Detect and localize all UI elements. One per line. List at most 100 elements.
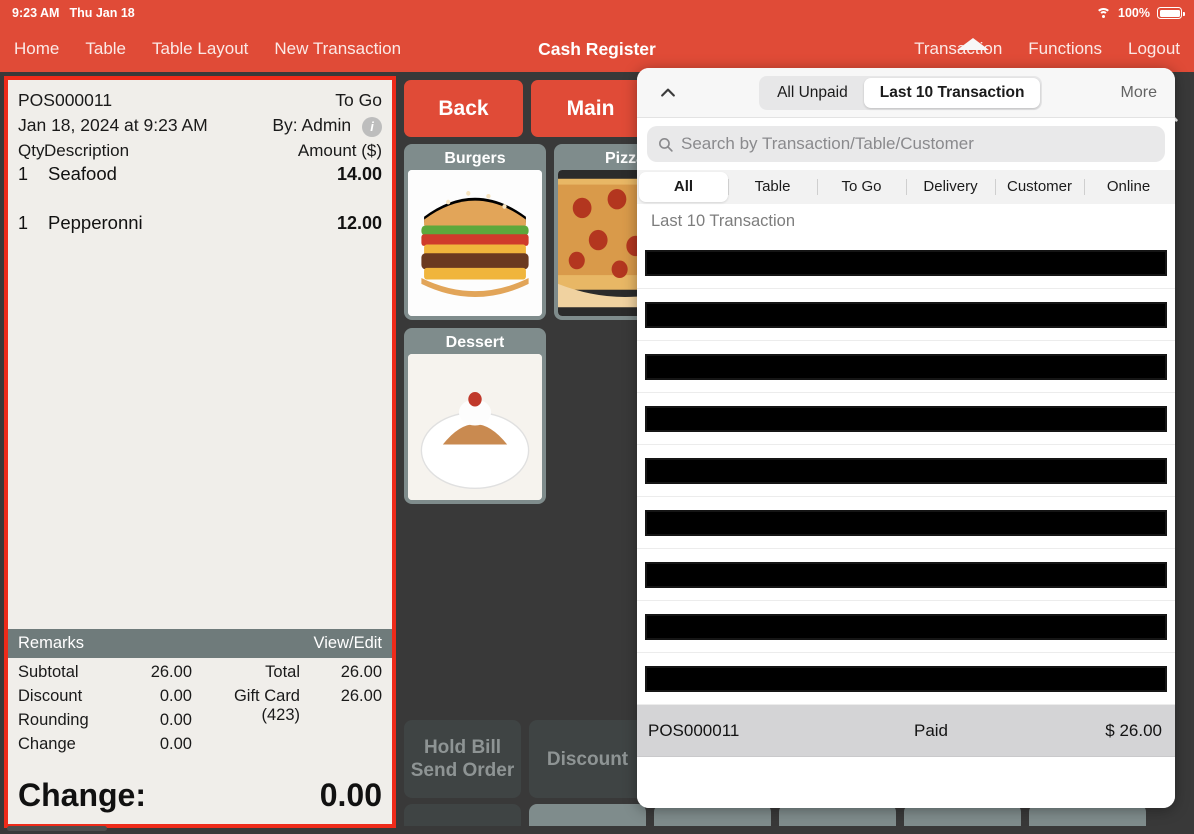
status-time: 9:23 AM (12, 6, 60, 20)
receipt-id: POS000011 (18, 90, 113, 110)
change-value: 0.00 (159, 735, 192, 753)
change-summary-value: 0.00 (319, 777, 382, 813)
remarks-label: Remarks (18, 634, 85, 652)
status-badge: Paid (913, 720, 949, 740)
column-header-description: Description (44, 141, 130, 160)
bottom-button-stub[interactable] (529, 804, 646, 826)
burger-photo (408, 170, 542, 316)
table-row[interactable] (637, 497, 1175, 549)
nav-item-logout[interactable]: Logout (1128, 39, 1180, 59)
receipt-body: POS000011 To Go Jan 18, 2024 at 9:23 AM … (8, 80, 392, 629)
table-row[interactable] (637, 445, 1175, 497)
transaction-id: POS000011 (648, 720, 740, 740)
nav-item-functions[interactable]: Functions (1028, 39, 1102, 59)
redacted-content (645, 613, 1167, 640)
discount-value: 0.00 (159, 687, 192, 705)
filter-tab-all[interactable]: All (639, 172, 728, 202)
redacted-content (645, 353, 1167, 380)
popover-notch (957, 38, 989, 50)
status-bar: 9:23 AM Thu Jan 18 100% (0, 0, 1194, 26)
redacted-content (645, 301, 1167, 328)
column-header-amount: Amount ($) (297, 141, 382, 160)
discount-label: Discount (18, 687, 83, 705)
search-placeholder-text: Search by Transaction/Table/Customer (681, 134, 974, 153)
status-bar-left: 9:23 AM Thu Jan 18 (0, 6, 135, 20)
battery-icon (1157, 7, 1185, 19)
category-label: Dessert (445, 334, 505, 351)
segment-all-unpaid[interactable]: All Unpaid (761, 78, 864, 108)
subtotal-label: Subtotal (18, 663, 79, 681)
transaction-popover: All Unpaid Last 10 Transaction More Sear… (637, 68, 1175, 808)
remarks-view-edit-button[interactable]: View/Edit (314, 634, 382, 653)
remarks-bar[interactable]: Remarks View/Edit (8, 629, 392, 658)
menu-top-buttons: Back Main (404, 80, 650, 137)
change-summary: Change: 0.00 (8, 759, 392, 824)
receipt-item-row[interactable]: 1 Seafood 14.00 (18, 163, 382, 185)
filter-tab-customer[interactable]: Customer (995, 172, 1084, 202)
nav-right-group: Transaction Functions Logout (914, 26, 1180, 72)
hold-bill-send-order-button[interactable]: Hold Bill Send Order (404, 720, 521, 798)
search-input[interactable]: Search by Transaction/Table/Customer (647, 126, 1165, 162)
transaction-list[interactable]: POS000011 Paid $ 26.00 (637, 237, 1175, 808)
chevron-up-icon[interactable] (655, 80, 681, 106)
table-row-selected[interactable]: POS000011 Paid $ 26.00 (637, 705, 1175, 757)
total-label: Total (265, 663, 300, 681)
filter-tab-to-go[interactable]: To Go (817, 172, 906, 202)
pos-app-screen: 9:23 AM Thu Jan 18 100% Home Table Table… (0, 0, 1194, 834)
more-button[interactable]: More (1121, 84, 1157, 102)
redacted-content (645, 561, 1167, 588)
table-row[interactable] (637, 289, 1175, 341)
category-tile-dessert[interactable]: Dessert (404, 328, 546, 504)
search-icon (659, 137, 673, 152)
item-qty: 1 (18, 164, 29, 184)
bottom-button-stub[interactable] (404, 804, 521, 826)
change-label: Change (18, 735, 76, 753)
back-button[interactable]: Back (404, 80, 523, 137)
filter-tab-delivery[interactable]: Delivery (906, 172, 995, 202)
home-indicator (7, 826, 107, 831)
total-value: 26.00 (340, 663, 382, 681)
receipt-order-type: To Go (335, 90, 382, 110)
category-tile-burgers[interactable]: Burgers (404, 144, 546, 320)
table-row[interactable] (637, 601, 1175, 653)
redacted-content (645, 509, 1167, 536)
table-row[interactable] (637, 653, 1175, 705)
table-row-empty[interactable] (637, 757, 1175, 808)
giftcard-label: Gift Card (423) (233, 687, 300, 724)
search-container: Search by Transaction/Table/Customer (637, 118, 1175, 170)
totals-row: Discount 0.00 Gift Card (423) 26.00 (18, 687, 382, 724)
redacted-content (645, 457, 1167, 484)
item-desc: Pepperonni (48, 212, 143, 233)
filter-tab-table[interactable]: Table (728, 172, 817, 202)
table-row[interactable] (637, 237, 1175, 289)
item-spacer (18, 185, 382, 210)
item-amount: 12.00 (336, 213, 382, 233)
table-row[interactable] (637, 393, 1175, 445)
receipt-panel[interactable]: POS000011 To Go Jan 18, 2024 at 9:23 AM … (4, 76, 396, 828)
receipt-datetime: Jan 18, 2024 at 9:23 AM (18, 115, 208, 135)
table-row[interactable] (637, 549, 1175, 601)
item-desc: Seafood (48, 163, 117, 184)
totals-section: Subtotal 26.00 Total 26.00 Discount 0.00… (8, 658, 392, 759)
discount-button[interactable]: Discount (529, 720, 646, 798)
rounding-label: Rounding (18, 711, 89, 729)
column-header-qty: Qty (18, 141, 45, 160)
totals-row: Change 0.00 (18, 735, 382, 759)
dessert-photo (408, 354, 542, 500)
receipt-header-line-2: Jan 18, 2024 at 9:23 AM By: Admin i (18, 113, 382, 138)
battery-percent-label: 100% (1118, 6, 1150, 20)
transaction-scope-segmented-control[interactable]: All Unpaid Last 10 Transaction (759, 75, 1043, 110)
redacted-content (645, 665, 1167, 692)
receipt-item-row[interactable]: 1 Pepperonni 12.00 (18, 212, 382, 234)
info-icon[interactable]: i (362, 116, 382, 137)
receipt-column-headers: Qty Description Amount ($) (18, 141, 382, 161)
filter-tab-online[interactable]: Online (1084, 172, 1173, 202)
status-date: Thu Jan 18 (69, 6, 135, 20)
receipt-header-line-1: POS000011 To Go (18, 88, 382, 113)
main-button[interactable]: Main (531, 80, 650, 137)
transaction-amount: $ 26.00 (1105, 720, 1162, 740)
subtotal-value: 26.00 (150, 663, 192, 681)
wifi-icon (1096, 7, 1112, 19)
segment-last-10-transaction[interactable]: Last 10 Transaction (863, 77, 1041, 108)
table-row[interactable] (637, 341, 1175, 393)
